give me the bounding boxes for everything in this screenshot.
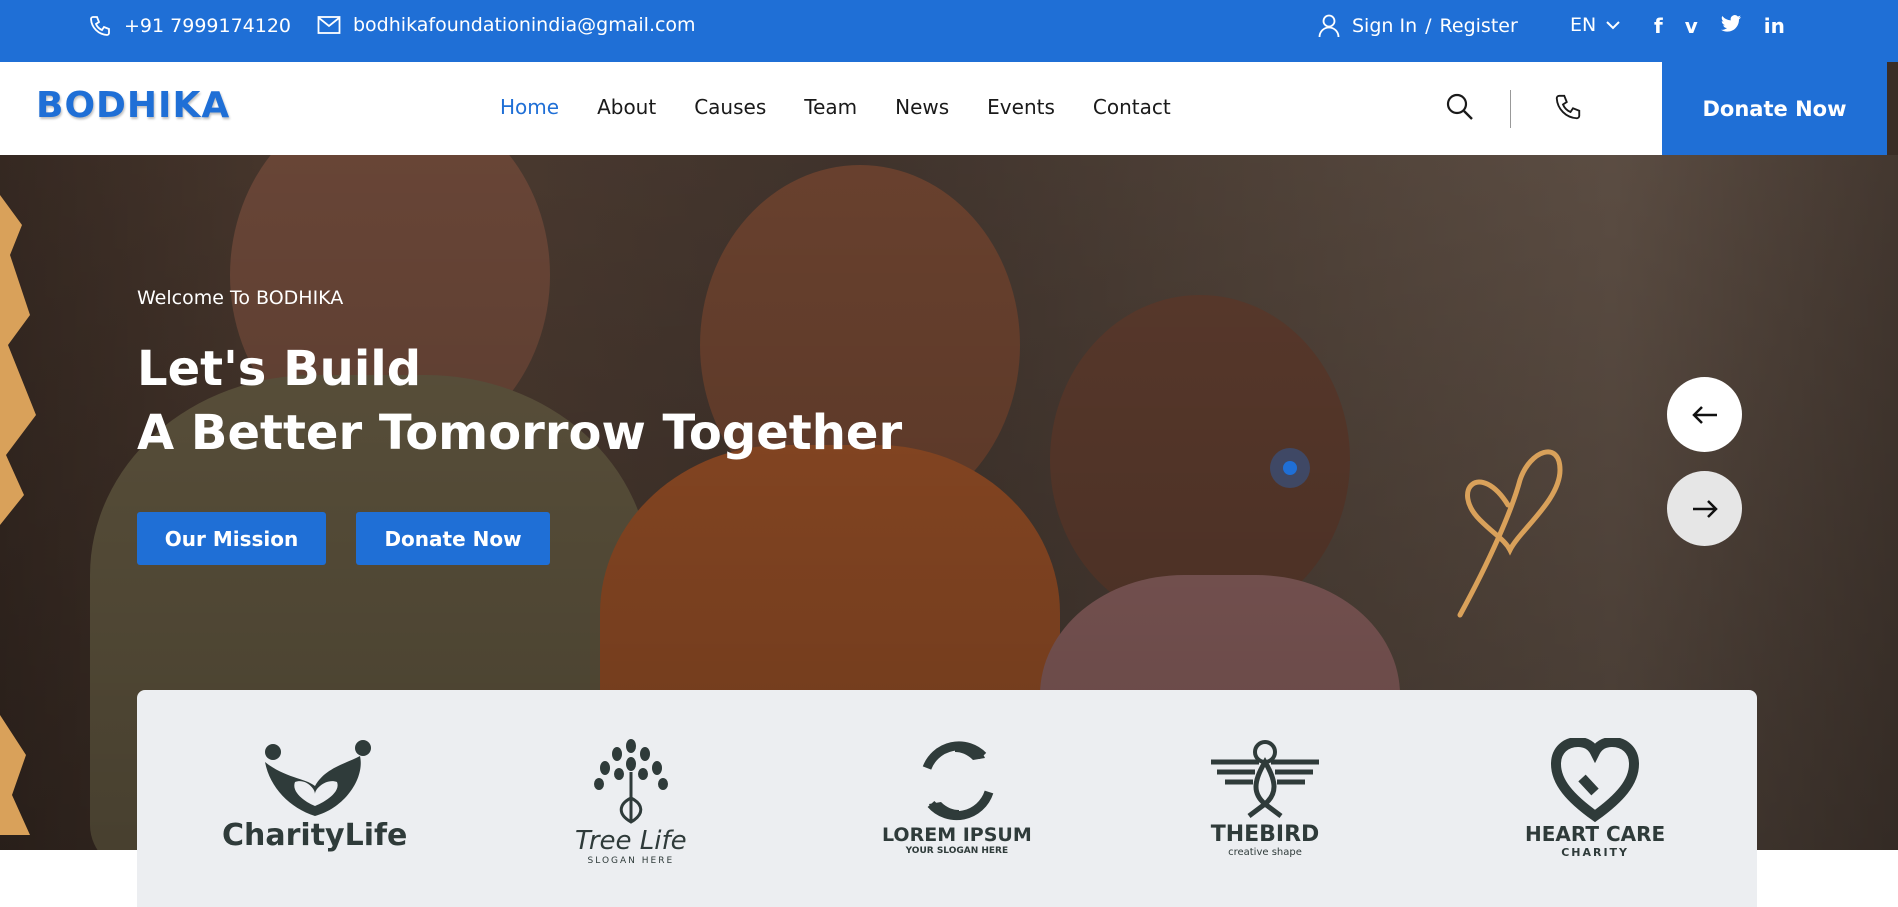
email-contact[interactable]: bodhikafoundationindia@gmail.com (317, 14, 696, 36)
nav-team[interactable]: Team (804, 95, 857, 119)
arrow-right-icon (1692, 499, 1718, 518)
partner-name: HEART CARE (1525, 822, 1666, 846)
vimeo-icon[interactable]: v (1685, 14, 1698, 39)
partner-name: Tree Life (575, 826, 687, 856)
hero-headline-line1: Let's Build (137, 341, 422, 397)
partner-logo-heartcare[interactable]: HEART CARE CHARITY (1525, 738, 1665, 859)
call-icon[interactable] (1553, 92, 1583, 122)
nav-home[interactable]: Home (500, 95, 559, 119)
partner-logo-thebird[interactable]: THEBIRD creative shape (1209, 738, 1321, 858)
email-address: bodhikafoundationindia@gmail.com (353, 14, 696, 36)
auth-links: Sign In / Register (1318, 14, 1518, 38)
signin-link[interactable]: Sign In (1352, 15, 1417, 37)
bird-icon (1211, 740, 1319, 818)
auth-separator: / (1425, 15, 1432, 37)
nav-menu: Home About Causes Team News Events Conta… (500, 95, 1171, 119)
partner-name: CharityLife (222, 818, 408, 853)
partner-name: THEBIRD (1210, 822, 1320, 847)
our-mission-button[interactable]: Our Mission (137, 512, 326, 565)
donate-now-button[interactable]: Donate Now (1662, 62, 1887, 155)
nav-causes[interactable]: Causes (694, 95, 766, 119)
language-selector[interactable]: EN (1570, 14, 1620, 36)
social-links: f v in (1654, 14, 1785, 39)
nav-about[interactable]: About (597, 95, 656, 119)
partner-slogan: CHARITY (1561, 846, 1630, 859)
main-nav: BODHIKA Home About Causes Team News Even… (5, 62, 1662, 155)
nav-events[interactable]: Events (987, 95, 1055, 119)
nav-edge (1887, 62, 1898, 155)
phone-number: +91 7999174120 (124, 15, 292, 37)
slider-prev-button[interactable] (1667, 377, 1742, 452)
heart-icon (1551, 738, 1640, 822)
hands-circle-icon (922, 741, 994, 821)
hero-headline: Let's Build A Better Tomorrow Together (137, 337, 902, 465)
register-link[interactable]: Register (1440, 15, 1518, 37)
search-icon[interactable] (1445, 92, 1475, 122)
nav-divider (1510, 90, 1511, 128)
partner-logos: CharityLife Tree Life SLOGAN HERE LOREM … (137, 690, 1757, 907)
heart-ribbon-icon (1457, 449, 1563, 618)
top-bar: +91 7999174120 bodhikafoundationindia@gm… (0, 0, 1898, 62)
nav-news[interactable]: News (895, 95, 949, 119)
partner-logo-charitylife[interactable]: CharityLife (222, 738, 407, 853)
phone-contact[interactable]: +91 7999174120 (88, 14, 291, 38)
partner-slogan: creative shape (1228, 847, 1302, 858)
linkedin-icon[interactable]: in (1764, 14, 1785, 39)
user-icon (1318, 14, 1340, 38)
nav-contact[interactable]: Contact (1093, 95, 1171, 119)
slider-next-button[interactable] (1667, 471, 1742, 546)
phone-icon (90, 16, 110, 36)
mail-icon (317, 16, 341, 34)
facebook-icon[interactable]: f (1654, 14, 1663, 39)
partner-logo-treelife[interactable]: Tree Life SLOGAN HERE (575, 738, 687, 866)
brush-decoration (0, 195, 36, 835)
arrow-left-icon (1691, 405, 1717, 424)
language-label: EN (1570, 14, 1597, 36)
hero-welcome: Welcome To BODHIKA (137, 287, 344, 309)
partner-logo-loremipsum[interactable]: LOREM IPSUM YOUR SLOGAN HERE (882, 738, 1032, 856)
charity-hearts-icon (264, 740, 371, 816)
chevron-down-icon (1606, 21, 1620, 30)
hero-headline-line2: A Better Tomorrow Together (137, 405, 903, 461)
brand-logo[interactable]: BODHIKA (36, 85, 230, 126)
slider-dot[interactable] (1270, 448, 1310, 488)
hero-donate-button[interactable]: Donate Now (356, 512, 550, 565)
tree-icon (593, 739, 668, 824)
partner-slogan: SLOGAN HERE (587, 856, 675, 866)
partner-slogan: YOUR SLOGAN HERE (905, 846, 1009, 856)
twitter-icon[interactable] (1720, 14, 1742, 39)
partner-name: LOREM IPSUM (882, 824, 1032, 846)
